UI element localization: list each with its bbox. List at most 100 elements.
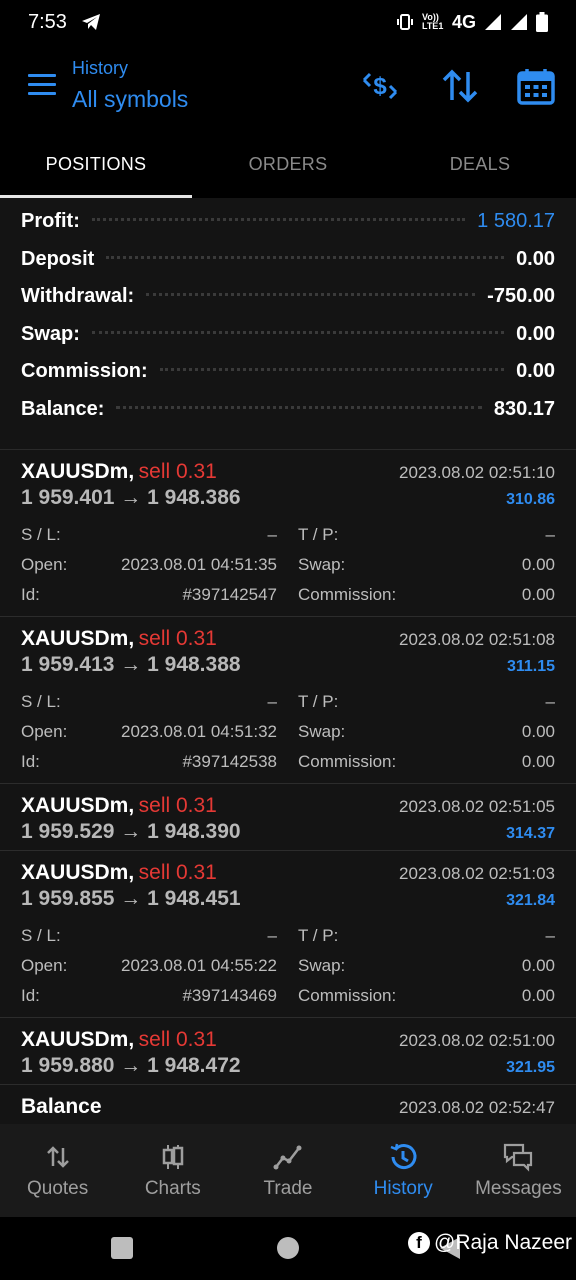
deal-symbol: XAUUSDm,	[21, 794, 135, 817]
deal-profit: 310.86	[506, 491, 555, 508]
profit-value: 1 580.17	[477, 210, 555, 232]
close-price: 1 948.390	[147, 820, 241, 843]
arrow-right-icon: →	[120, 820, 142, 843]
home-icon[interactable]	[277, 1237, 299, 1259]
open-time: 2023.08.01 04:51:32	[121, 722, 277, 741]
commission-value: 0.00	[521, 986, 555, 1005]
deal-time: 2023.08.02 02:51:08	[399, 630, 555, 649]
deal-details: S / L: – Open: 2023.08.01 04:51:35 Id: #397…	[21, 520, 555, 610]
summary-commission-row: Commission: 0.00	[21, 360, 555, 398]
commission-value: 0.00	[521, 752, 555, 771]
volte-badge: Vo)) LTE1	[421, 12, 444, 31]
summary-profit-row: Profit: 1 580.17	[21, 210, 555, 248]
facebook-icon: f	[408, 1232, 430, 1254]
tab-bar: POSITIONS ORDERS DEALS	[0, 130, 576, 198]
summary-swap-row: Swap: 0.00	[21, 323, 555, 361]
nav-messages-label: Messages	[475, 1177, 562, 1199]
deal-item[interactable]: XAUUSDm, sell 0.31 2023.08.02 02:51:10 1…	[0, 450, 576, 617]
signal-icon	[485, 14, 501, 30]
tab-orders[interactable]: ORDERS	[192, 130, 384, 198]
deal-time: 2023.08.02 02:51:05	[399, 797, 555, 816]
deal-profit: 321.95	[506, 1059, 555, 1076]
id-label: Id:	[21, 585, 40, 604]
commission-value: 0.00	[521, 585, 555, 604]
open-price: 1 959.401	[21, 486, 115, 509]
deal-item[interactable]: XAUUSDm, sell 0.31 2023.08.02 02:51:00 1…	[0, 1018, 576, 1085]
deal-symbol: XAUUSDm,	[21, 460, 135, 483]
dots-divider	[91, 218, 466, 221]
deal-details: S / L: – Open: 2023.08.01 04:51:32 Id: #397…	[21, 687, 555, 777]
withdrawal-label: Withdrawal:	[21, 285, 135, 307]
tp-value: –	[545, 525, 555, 544]
open-label: Open:	[21, 722, 68, 741]
sl-value: –	[267, 692, 277, 711]
tp-label: T / P:	[298, 525, 339, 544]
deal-symbol: XAUUSDm,	[21, 861, 135, 884]
deal-symbol: XAUUSDm,	[21, 1028, 135, 1051]
system-navigation-bar: f @Raja Nazeer	[0, 1217, 576, 1280]
deal-item[interactable]: XAUUSDm, sell 0.31 2023.08.02 02:51:05 1…	[0, 784, 576, 851]
id-label: Id:	[21, 752, 40, 771]
summary-panel: Profit: 1 580.17 Deposit 0.00 Withdrawal…	[0, 198, 576, 450]
swap-label: Swap:	[21, 322, 80, 345]
app-header: History All symbols $	[0, 44, 576, 130]
nav-messages[interactable]: Messages	[461, 1124, 576, 1217]
deal-time: 2023.08.02 02:51:10	[399, 463, 555, 482]
watermark-text: @Raja Nazeer	[434, 1231, 573, 1254]
deal-item[interactable]: XAUUSDm, sell 0.31 2023.08.02 02:51:08 1…	[0, 617, 576, 784]
status-left: 7:53	[28, 11, 101, 34]
dots-divider	[91, 330, 505, 334]
sl-label: S / L:	[21, 692, 61, 711]
dots-divider	[159, 368, 505, 371]
close-price: 1 948.472	[147, 1054, 241, 1077]
open-time: 2023.08.01 04:55:22	[121, 956, 277, 975]
sl-value: –	[267, 926, 277, 945]
candlestick-icon	[162, 1144, 184, 1169]
network-type: 4G	[451, 11, 476, 32]
deal-profit: 314.37	[506, 825, 555, 842]
deal-symbol: XAUUSDm,	[21, 627, 135, 650]
sl-label: S / L:	[21, 525, 61, 544]
id-label: Id:	[21, 986, 40, 1005]
history-clock-icon	[390, 1143, 417, 1169]
summary-deposit-row: Deposit 0.00	[21, 248, 555, 286]
swap-label: Swap:	[298, 956, 346, 975]
open-price: 1 959.855	[21, 887, 115, 910]
bottom-navigation: Quotes Charts Trade History Messages	[0, 1124, 576, 1217]
menu-icon[interactable]	[28, 74, 56, 96]
tab-positions[interactable]: POSITIONS	[0, 130, 192, 198]
nav-history[interactable]: History	[346, 1124, 461, 1217]
commission-value: 0.00	[516, 360, 555, 382]
arrow-right-icon: →	[120, 653, 142, 676]
dots-divider	[146, 293, 476, 296]
header-title[interactable]: All symbols	[72, 86, 188, 113]
recent-apps-icon[interactable]	[111, 1237, 133, 1259]
tp-label: T / P:	[298, 926, 339, 945]
arrow-right-icon: →	[120, 887, 142, 910]
nav-trade[interactable]: Trade	[230, 1124, 345, 1217]
swap-value: 0.00	[521, 722, 555, 741]
status-time: 7:53	[28, 10, 67, 33]
calendar-icon[interactable]	[516, 66, 556, 106]
nav-quotes[interactable]: Quotes	[0, 1124, 115, 1217]
deals-list[interactable]: XAUUSDm, sell 0.31 2023.08.02 02:51:10 1…	[0, 450, 576, 1124]
deal-side: sell 0.31	[138, 627, 217, 650]
svg-text:$: $	[373, 73, 387, 100]
dots-divider	[106, 255, 505, 259]
swap-value: 0.00	[521, 956, 555, 975]
symbol-filter-icon[interactable]: $	[360, 66, 400, 106]
status-right: Vo)) LTE1 4G	[396, 12, 548, 33]
open-time: 2023.08.01 04:51:35	[121, 555, 277, 574]
nav-charts[interactable]: Charts	[115, 1124, 230, 1217]
balance-label: Balance:	[21, 397, 105, 420]
balance-entry[interactable]: Balance 2023.08.02 02:52:47	[0, 1085, 576, 1124]
sort-icon[interactable]	[440, 66, 480, 106]
open-price: 1 959.529	[21, 820, 115, 843]
tp-label: T / P:	[298, 692, 339, 711]
quotes-arrows-icon	[46, 1145, 69, 1168]
deal-item[interactable]: XAUUSDm, sell 0.31 2023.08.02 02:51:03 1…	[0, 851, 576, 1018]
deal-id: #397143469	[182, 986, 277, 1005]
deal-time: 2023.08.02 02:51:00	[399, 1031, 555, 1050]
open-label: Open:	[21, 956, 68, 975]
tab-deals[interactable]: DEALS	[384, 130, 576, 198]
